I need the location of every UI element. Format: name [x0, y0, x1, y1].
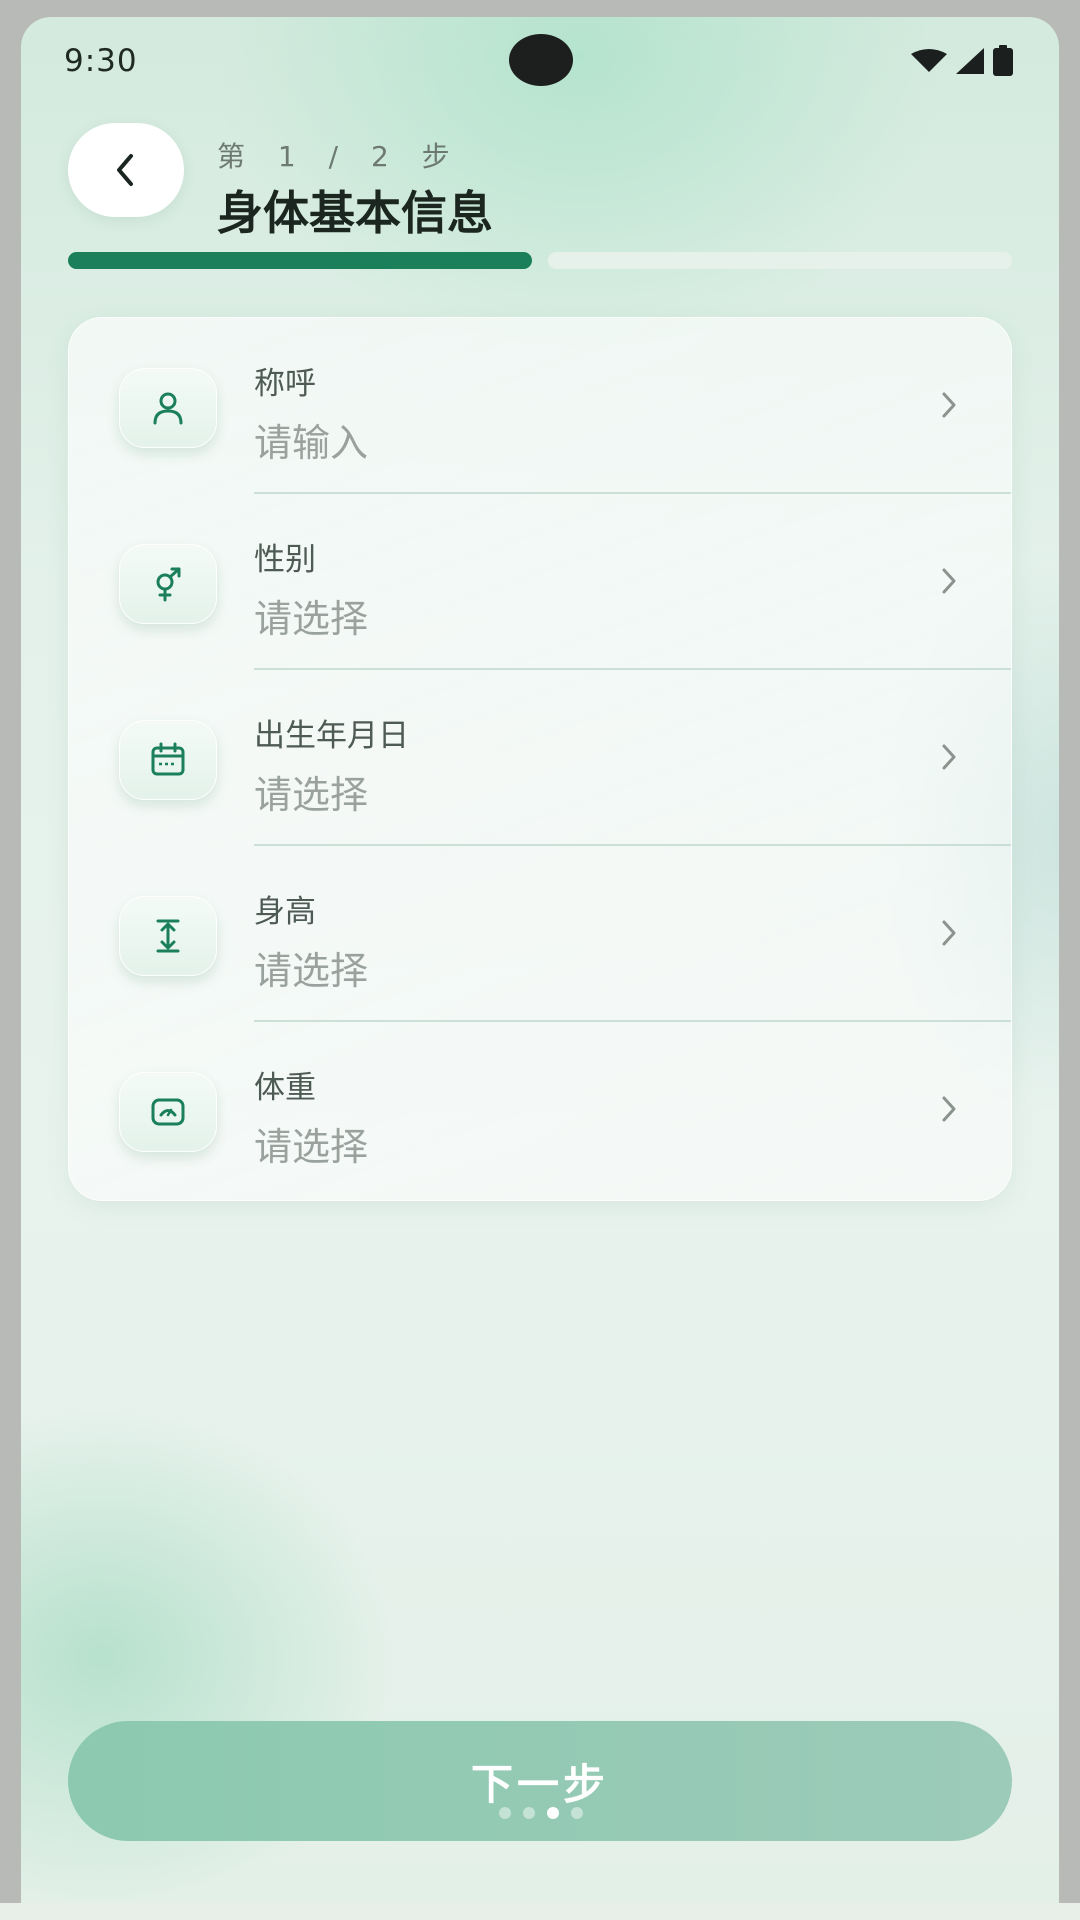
chevron-right-icon [942, 392, 956, 418]
icon-container [119, 896, 217, 976]
calendar-icon [151, 742, 185, 776]
back-button[interactable] [68, 123, 184, 217]
chevron-right-icon [942, 1096, 956, 1122]
chevron-left-icon [117, 154, 133, 186]
bottom-edge [0, 1903, 1080, 1920]
form-row-weight[interactable]: 体重 请选择 [69, 1022, 1011, 1198]
icon-container [119, 720, 217, 800]
chevron-right-icon [942, 744, 956, 770]
page-dot [499, 1807, 511, 1819]
status-icons [910, 45, 1014, 77]
height-select[interactable]: 请选择 [254, 940, 368, 995]
name-input[interactable]: 请输入 [254, 412, 368, 467]
form-row-name[interactable]: 称呼 请输入 [69, 318, 1011, 494]
form-row-birthdate[interactable]: 出生年月日 请选择 [69, 670, 1011, 846]
gender-select[interactable]: 请选择 [254, 588, 368, 643]
row-label: 称呼 [254, 366, 316, 402]
status-time: 9:30 [64, 43, 138, 79]
height-icon [156, 919, 180, 953]
progress-segment-complete [68, 252, 532, 269]
progress-segment-pending [548, 252, 1012, 269]
icon-container [119, 544, 217, 624]
step-indicator: 第 1 / 2 步 [217, 140, 462, 173]
weight-select[interactable]: 请选择 [254, 1116, 368, 1171]
chevron-right-icon [942, 920, 956, 946]
row-label: 体重 [254, 1070, 316, 1106]
icon-container [119, 368, 217, 448]
progress-bar [68, 252, 1012, 269]
form-row-gender[interactable]: 性别 请选择 [69, 494, 1011, 670]
row-label: 性别 [254, 542, 316, 578]
chevron-right-icon [942, 568, 956, 594]
next-step-label: 下一步 [470, 1759, 609, 1809]
form-row-height[interactable]: 身高 请选择 [69, 846, 1011, 1022]
signal-icon [956, 48, 984, 74]
page-title: 身体基本信息 [217, 186, 493, 240]
gender-icon [156, 567, 181, 602]
page-dot [571, 1807, 583, 1819]
next-step-button[interactable]: 下一步 [68, 1721, 1012, 1841]
row-label: 身高 [254, 894, 316, 930]
row-label: 出生年月日 [254, 718, 409, 754]
app-screen: 9:30 第 1 / 2 步 身体基本信息 称呼 请输入 性别 请选择 出生年月… [21, 17, 1059, 1903]
scale-icon [151, 1098, 185, 1126]
page-dot-active [547, 1807, 559, 1819]
front-camera [509, 34, 573, 86]
basic-info-card: 称呼 请输入 性别 请选择 出生年月日 请选择 身高 请选择 体重 请选择 [68, 317, 1012, 1201]
birthdate-select[interactable]: 请选择 [254, 764, 368, 819]
page-dots [499, 1807, 583, 1819]
icon-container [119, 1072, 217, 1152]
user-icon [153, 392, 183, 425]
page-dot [523, 1807, 535, 1819]
battery-icon [993, 45, 1013, 76]
wifi-icon [911, 49, 947, 72]
